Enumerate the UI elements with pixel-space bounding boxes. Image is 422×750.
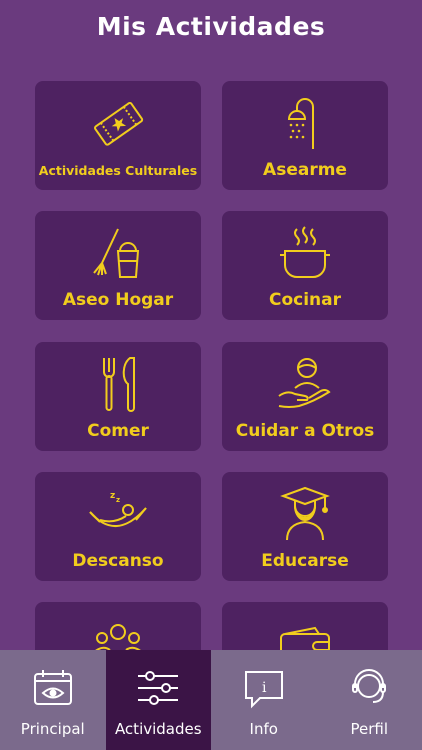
- page-title: Mis Actividades: [96, 12, 326, 41]
- svg-text:z: z: [110, 491, 115, 501]
- bottom-tab-bar: Principal Actividades i Info Perfil: [0, 650, 422, 750]
- cooking-pot-icon: [275, 223, 335, 283]
- caring-hand-icon: [275, 354, 335, 414]
- tab-label: Principal: [20, 720, 85, 738]
- activities-grid: Actividades Culturales Asearme Aseo Hoga…: [35, 81, 389, 650]
- activity-card-partial[interactable]: [222, 602, 388, 650]
- group-people-icon: [88, 614, 148, 650]
- svg-text:z: z: [116, 496, 120, 504]
- fork-knife-icon: [88, 354, 148, 414]
- activity-card-actividades-culturales[interactable]: Actividades Culturales: [35, 81, 201, 190]
- sliders-icon: [136, 666, 180, 710]
- tab-label: Actividades: [114, 720, 202, 738]
- tab-label: Info: [249, 720, 278, 738]
- activity-label: Comer: [87, 421, 149, 441]
- activity-card-asearme[interactable]: Asearme: [222, 81, 388, 190]
- activity-card-cocinar[interactable]: Cocinar: [222, 211, 388, 320]
- graduate-icon: [275, 484, 335, 544]
- calendar-eye-icon: [31, 666, 75, 710]
- activity-card-comer[interactable]: Comer: [35, 342, 201, 451]
- activity-card-aseo-hogar[interactable]: Aseo Hogar: [35, 211, 201, 320]
- activity-card-cuidar-a-otros[interactable]: Cuidar a Otros: [222, 342, 388, 451]
- activity-card-educarse[interactable]: Educarse: [222, 472, 388, 581]
- tab-info[interactable]: i Info: [211, 650, 317, 750]
- shower-icon: [275, 93, 335, 153]
- activity-label: Cuidar a Otros: [235, 421, 375, 441]
- activity-label: Asearme: [263, 160, 347, 180]
- hammock-icon: z z: [88, 484, 148, 544]
- activity-card-descanso[interactable]: z z Descanso: [35, 472, 201, 581]
- tab-principal[interactable]: Principal: [0, 650, 106, 750]
- svg-text:i: i: [262, 680, 267, 696]
- ticket-icon: [88, 93, 148, 153]
- activity-label: Educarse: [261, 551, 349, 571]
- activity-label: Aseo Hogar: [62, 290, 174, 310]
- tab-actividades[interactable]: Actividades: [105, 650, 211, 750]
- activity-label: Descanso: [72, 551, 164, 571]
- tab-label: Perfil: [350, 720, 389, 738]
- activity-label: Actividades Culturales: [38, 163, 198, 178]
- tab-perfil[interactable]: Perfil: [317, 650, 422, 750]
- user-headset-icon: [347, 666, 391, 710]
- activity-label: Cocinar: [268, 290, 342, 310]
- broom-bucket-icon: [88, 223, 148, 283]
- activity-card-partial[interactable]: [35, 602, 201, 650]
- info-bubble-icon: i: [242, 666, 286, 710]
- wallet-icon: [275, 614, 335, 650]
